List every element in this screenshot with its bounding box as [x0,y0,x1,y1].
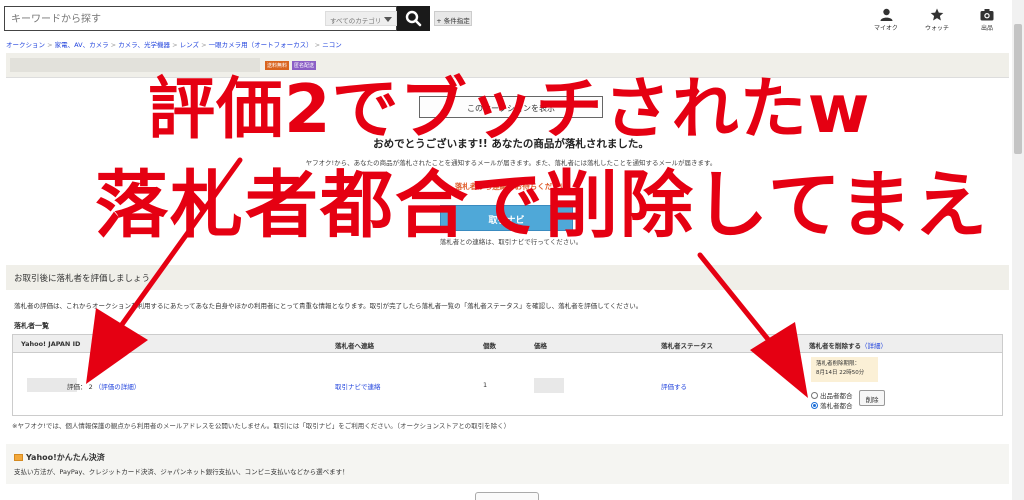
overlay-caption-top: 評価2でブッチされたw [148,70,871,148]
arrow-to-winner-fault [697,252,808,398]
overlay-caption-bottom: 落札者都合で削除してまえ [95,163,990,248]
